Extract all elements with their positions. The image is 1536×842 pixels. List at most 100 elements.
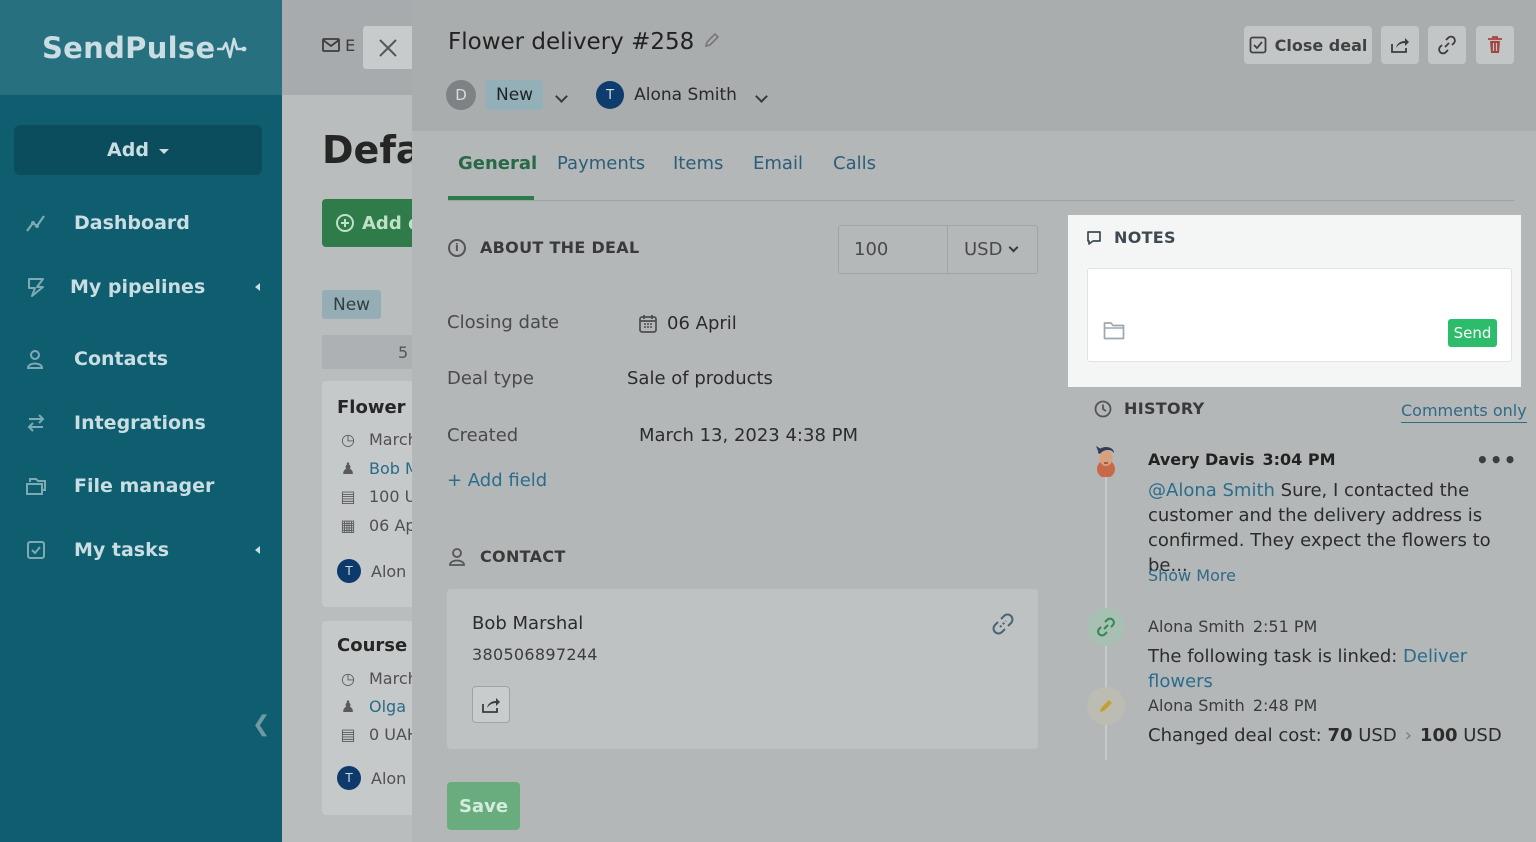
calendar-icon: ◷ — [341, 669, 355, 688]
deal-type-value[interactable]: Sale of products — [627, 368, 773, 389]
calendar-icon: ▦ — [340, 516, 356, 535]
close-deal-button[interactable]: Close deal — [1244, 26, 1372, 64]
sidebar-item-my-tasks[interactable]: My tasks — [0, 530, 282, 570]
deal-cost-field: 100 USD — [838, 225, 1038, 274]
closing-date-value[interactable]: 06 April — [639, 313, 737, 334]
copy-link-button[interactable] — [1428, 26, 1466, 64]
sidebar-item-label: Dashboard — [74, 212, 190, 234]
tab-calls[interactable]: Calls — [833, 152, 876, 200]
save-button[interactable]: Save — [447, 782, 520, 830]
owner-dropdown[interactable] — [755, 86, 768, 105]
trash-icon — [1488, 36, 1502, 53]
board-top-item[interactable]: E — [322, 36, 355, 55]
link-icon — [1438, 35, 1456, 55]
contact-heading: CONTACT — [448, 547, 566, 566]
contact-name[interactable]: Bob Marshal — [472, 613, 583, 634]
old-currency: USD — [1358, 725, 1397, 746]
history-heading-text: HISTORY — [1124, 399, 1205, 418]
expand-arrow-icon — [255, 283, 260, 291]
unlink-contact-button[interactable] — [992, 613, 1014, 639]
add-deal-button[interactable]: Add d — [322, 199, 412, 247]
currency-select[interactable]: USD — [948, 226, 1037, 273]
avatar: T — [596, 81, 625, 109]
deal-card[interactable]: Course q ◷ March ♟ Olga ▤ 0 UAH T Alon — [322, 621, 412, 815]
collapse-sidebar-icon[interactable]: ❮ — [252, 712, 270, 737]
event-text: Changed deal cost: — [1148, 725, 1328, 746]
deal-header: Flower delivery #258 D New T Alona Smith… — [412, 0, 1536, 131]
mail-icon — [322, 38, 340, 52]
tab-payments[interactable]: Payments — [557, 152, 645, 200]
history-event-text: The following task is linked: Deliver fl… — [1148, 644, 1536, 694]
stage-dropdown[interactable] — [555, 86, 568, 105]
user-icon: ♟ — [340, 697, 356, 716]
wallet-icon: ▤ — [340, 725, 356, 744]
comment-text: Sure, I contacted the — [1274, 480, 1470, 501]
deal-title: Flower delivery #258 — [448, 29, 720, 55]
deal-title-text: Flower delivery #258 — [448, 29, 695, 55]
comment-text: customer and the delivery address is — [1148, 505, 1483, 526]
sidebar: SendPulse Add Dashboard My pipelines Con… — [0, 0, 282, 842]
add-field-link[interactable]: + Add field — [447, 470, 547, 491]
deal-card-contact[interactable]: ♟ Olga — [337, 697, 406, 716]
deal-card-amount: ▤ 100 U — [337, 487, 412, 506]
sidebar-item-pipelines[interactable]: My pipelines — [0, 267, 282, 307]
deal-card-owner-text: Alon — [371, 561, 407, 581]
contact-heading-text: CONTACT — [480, 547, 566, 566]
history-author-name: Avery Davis — [1148, 450, 1255, 469]
deal-card-contact[interactable]: ♟ Bob M — [337, 459, 412, 478]
tab-items[interactable]: Items — [673, 152, 723, 200]
tab-email[interactable]: Email — [753, 152, 803, 200]
delete-button[interactable] — [1476, 26, 1514, 64]
sidebar-item-label: My tasks — [74, 539, 170, 561]
sidebar-item-dashboard[interactable]: Dashboard — [0, 203, 282, 243]
send-note-button[interactable]: Send — [1448, 319, 1497, 347]
deal-card-date-text: March — [369, 669, 412, 688]
arrows-swap-icon — [24, 411, 48, 435]
attach-file-button[interactable] — [1103, 321, 1125, 344]
folder-stack-icon — [24, 474, 48, 498]
close-panel-button[interactable] — [363, 26, 412, 69]
history-time: 3:04 PM — [1262, 450, 1336, 469]
deal-card-contact-text: Olga — [369, 697, 406, 716]
sidebar-item-file-manager[interactable]: File manager — [0, 466, 282, 506]
currency-value: USD — [964, 239, 1003, 260]
avatar: T — [337, 766, 361, 790]
mention-link[interactable]: @Alona Smith — [1148, 480, 1275, 501]
deal-card-date: ◷ March — [337, 669, 412, 688]
share-button[interactable] — [1381, 26, 1419, 64]
sidebar-item-integrations[interactable]: Integrations — [0, 403, 282, 443]
edit-pencil-icon[interactable] — [704, 32, 720, 52]
comments-only-filter[interactable]: Comments only — [1401, 401, 1527, 423]
history-author-name: Alona Smith — [1148, 696, 1245, 715]
deal-cost-input[interactable]: 100 — [839, 226, 948, 273]
add-button-label: Add — [107, 139, 149, 161]
more-options-icon[interactable]: ••• — [1476, 448, 1517, 472]
tab-general[interactable]: General — [458, 152, 537, 200]
note-input[interactable]: Send — [1087, 268, 1512, 362]
avatar: T — [337, 559, 361, 583]
deal-card[interactable]: Flower d ◷ March ♟ Bob M ▤ 100 U ▦ 06 Ap T Al… — [322, 381, 412, 607]
sidebar-item-label: Integrations — [74, 412, 206, 434]
plus-circle-icon — [336, 214, 354, 232]
stage-badge[interactable]: New — [486, 80, 544, 110]
calendar-icon: ◷ — [341, 430, 355, 449]
sidebar-item-contacts[interactable]: Contacts — [0, 339, 282, 379]
caret-down-icon — [158, 148, 169, 154]
edit-event-icon — [1087, 687, 1125, 725]
chevron-right-icon: › — [1404, 725, 1412, 746]
expand-arrow-icon — [255, 546, 260, 554]
deal-card-contact-text: Bob M — [369, 459, 412, 478]
contact-share-button[interactable] — [472, 686, 510, 723]
owner-name[interactable]: Alona Smith — [634, 85, 737, 105]
user-icon — [449, 548, 465, 566]
share-icon — [1391, 38, 1409, 53]
stage-row: D New T Alona Smith — [446, 80, 768, 110]
add-button[interactable]: Add — [14, 125, 262, 175]
deal-card-amount-text: 100 U — [369, 487, 412, 506]
sidebar-item-label: Contacts — [74, 348, 169, 370]
about-deal-heading-text: ABOUT THE DEAL — [480, 238, 640, 257]
clock-icon — [1094, 400, 1112, 417]
show-more-link[interactable]: Show More — [1148, 566, 1236, 585]
contact-phone: 380506897244 — [472, 645, 598, 664]
logo[interactable]: SendPulse — [42, 31, 247, 65]
